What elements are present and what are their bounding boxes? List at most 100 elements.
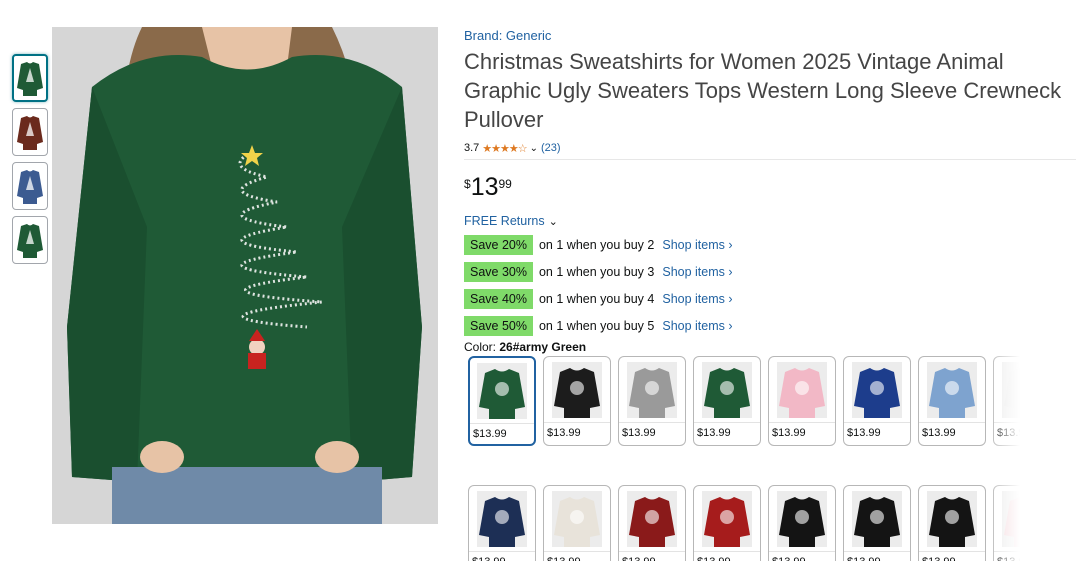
swatch-price: $13.99 xyxy=(544,552,610,561)
sweatshirt-thumbnail-icon xyxy=(17,62,43,96)
sweatshirt-swatch-icon xyxy=(627,361,677,418)
product-title: Christmas Sweatshirts for Women 2025 Vin… xyxy=(464,49,1062,132)
rating-count-link[interactable]: (23) xyxy=(541,142,561,154)
swatch-image xyxy=(769,486,835,552)
promotion-row: Save 20% on 1 when you buy 2 Shop items › xyxy=(464,235,1076,255)
color-swatch[interactable]: $13.99 xyxy=(468,485,536,561)
sweatshirt-swatch-icon xyxy=(777,361,827,418)
swatch-price: $13.99 xyxy=(473,428,507,440)
sweatshirt-swatch-icon xyxy=(927,490,977,547)
swatch-price: $13.99 xyxy=(922,427,956,439)
promotion-row: Save 40% on 1 when you buy 4 Shop items › xyxy=(464,289,1076,309)
swatch-image xyxy=(919,486,985,552)
free-returns-link[interactable]: FREE Returns ⌄ xyxy=(464,214,1076,228)
color-swatch[interactable]: $13.99 xyxy=(768,356,836,446)
shop-items-link[interactable]: Shop items › xyxy=(662,238,732,252)
swatch-price: $13.99 xyxy=(622,427,656,439)
swatch-price: $13.99 xyxy=(469,552,535,561)
sweatshirt-swatch-icon xyxy=(477,362,527,419)
promotion-badge: Save 30% xyxy=(464,262,533,282)
color-swatch[interactable]: $13.99 xyxy=(918,356,986,446)
color-label-text: Color: xyxy=(464,340,497,354)
sweatshirt-thumbnail-icon xyxy=(17,116,43,150)
color-swatch[interactable]: $13.99 xyxy=(843,485,911,561)
swatch-price: $13.99 xyxy=(769,552,835,561)
color-swatch[interactable]: $13.99 xyxy=(768,485,836,561)
color-swatch[interactable]: $13.99 xyxy=(468,356,536,446)
free-returns-label: FREE Returns xyxy=(464,214,545,228)
color-swatch-grid: $13.99 $13.99 $13.99 $13.99 $13.99 $13.99 $13.… xyxy=(468,356,1028,561)
thumb-army-green[interactable] xyxy=(12,54,48,102)
color-swatch[interactable]: $13.99 xyxy=(693,485,761,561)
sweatshirt-swatch-icon xyxy=(777,490,827,547)
sweatshirt-swatch-icon xyxy=(552,490,602,547)
thumbnail-list xyxy=(12,54,50,270)
shop-items-link[interactable]: Shop items › xyxy=(662,292,732,306)
color-swatch[interactable]: $13.99 xyxy=(618,485,686,561)
swatch-price: $13.99 xyxy=(619,552,685,561)
promotion-text: on 1 when you buy 4 xyxy=(538,292,655,306)
swatch-image xyxy=(844,357,910,423)
swatch-price: $13.99 xyxy=(844,552,910,561)
swatch-image xyxy=(544,486,610,552)
swatch-image xyxy=(844,486,910,552)
promotion-text: on 1 when you buy 5 xyxy=(538,319,655,333)
promotion-badge: Save 50% xyxy=(464,316,533,336)
swatch-image xyxy=(470,358,534,424)
chevron-down-icon[interactable]: ⌄ xyxy=(530,143,538,154)
sweatshirt-swatch-icon xyxy=(702,490,752,547)
price: $ 13 99 xyxy=(464,174,1076,200)
sweatshirt-thumbnail-icon xyxy=(17,170,43,204)
swatch-image xyxy=(544,357,610,423)
color-label: Color: 26#army Green xyxy=(464,340,1076,354)
sweatshirt-swatch-icon xyxy=(852,490,902,547)
shop-items-link[interactable]: Shop items › xyxy=(662,265,732,279)
swatch-image xyxy=(769,357,835,423)
swatch-price: $13.99 xyxy=(694,552,760,561)
brand-link[interactable]: Brand: Generic xyxy=(464,28,1076,43)
color-swatch[interactable]: $13.99 xyxy=(543,356,611,446)
sweatshirt-image-icon xyxy=(52,27,438,524)
promotion-row: Save 50% on 1 when you buy 5 Shop items › xyxy=(464,316,1076,336)
swatch-price: $13.99 xyxy=(847,427,881,439)
swatch-image xyxy=(619,357,685,423)
price-whole: 13 xyxy=(470,173,499,201)
selected-color-name: 26#army Green xyxy=(499,340,587,354)
color-swatch[interactable]: $13.99 xyxy=(618,356,686,446)
promotion-text: on 1 when you buy 2 xyxy=(538,238,655,252)
color-swatch[interactable]: $13.99 xyxy=(693,356,761,446)
color-swatch[interactable]: $13.99 xyxy=(843,356,911,446)
promotion-row: Save 30% on 1 when you buy 3 Shop items › xyxy=(464,262,1076,282)
swatch-row: $13.99 $13.99 $13.99 $13.99 $13.99 $13.99 $13.… xyxy=(468,485,1028,561)
color-swatch[interactable]: $13.99 xyxy=(543,485,611,561)
price-fraction: 99 xyxy=(498,177,512,191)
sweatshirt-swatch-icon xyxy=(702,361,752,418)
swatch-row: $13.99 $13.99 $13.99 $13.99 $13.99 $13.99 $13.… xyxy=(468,356,1028,446)
promotion-badge: Save 40% xyxy=(464,289,533,309)
thumb-size-tree[interactable] xyxy=(12,108,48,156)
shop-items-link[interactable]: Shop items › xyxy=(662,319,732,333)
product-info: Brand: Generic Christmas Sweatshirts for… xyxy=(464,28,1076,354)
sweatshirt-swatch-icon xyxy=(627,490,677,547)
main-product-image[interactable] xyxy=(52,27,438,524)
sweatshirt-swatch-icon xyxy=(852,361,902,418)
scroll-fade xyxy=(988,356,1028,561)
price-symbol: $ xyxy=(464,177,471,191)
promotions-list: Save 20% on 1 when you buy 2 Shop items › S… xyxy=(464,235,1076,336)
swatch-price: $13.99 xyxy=(919,552,985,561)
promotion-badge: Save 20% xyxy=(464,235,533,255)
swatch-price: $13.99 xyxy=(697,427,731,439)
thumb-green-back[interactable] xyxy=(12,216,48,264)
star-rating-icon[interactable]: ★★★★☆ xyxy=(482,142,527,155)
thumb-size-chart[interactable] xyxy=(12,162,48,210)
swatch-image xyxy=(694,357,760,423)
sweatshirt-thumbnail-icon xyxy=(17,224,43,258)
swatch-image xyxy=(919,357,985,423)
color-swatch[interactable]: $13.99 xyxy=(918,485,986,561)
chevron-down-icon: ⌄ xyxy=(548,215,558,228)
sweatshirt-swatch-icon xyxy=(927,361,977,418)
swatch-image xyxy=(694,486,760,552)
swatch-image xyxy=(619,486,685,552)
swatch-image xyxy=(469,486,535,552)
swatch-price: $13.99 xyxy=(772,427,806,439)
